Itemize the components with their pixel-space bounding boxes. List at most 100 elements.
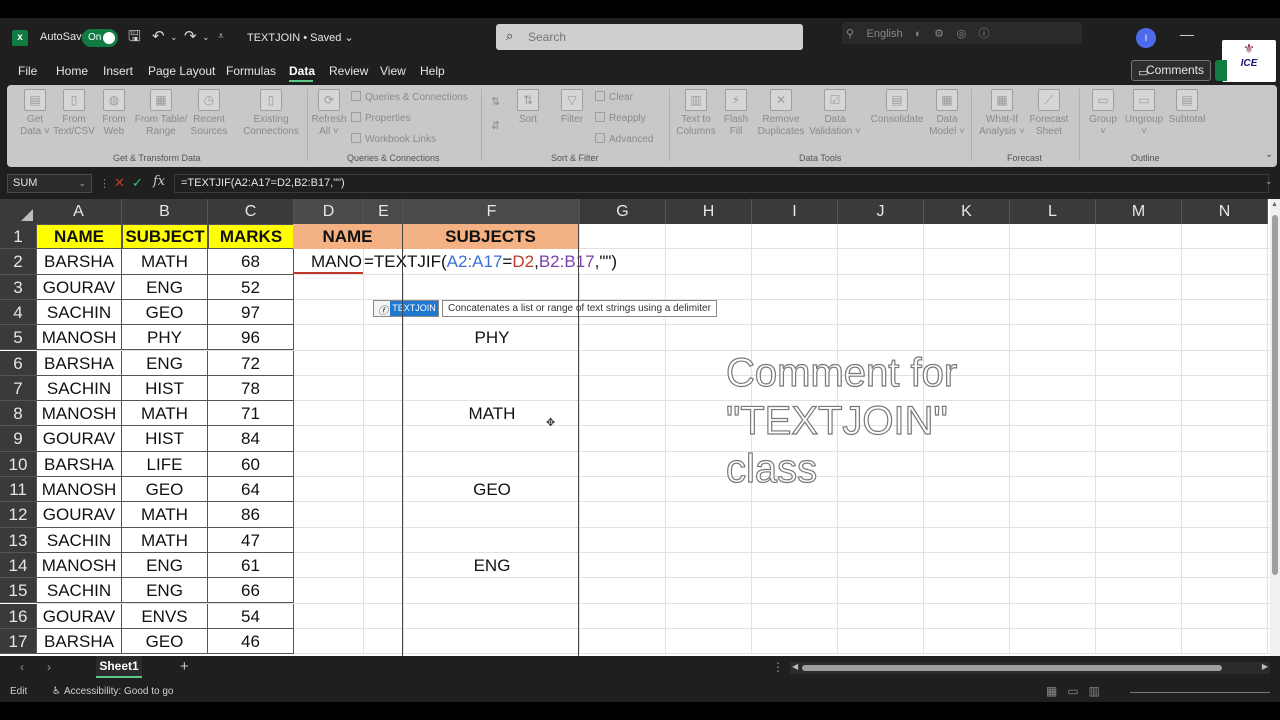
table-cell[interactable]: SACHIN bbox=[36, 375, 122, 402]
table-cell[interactable]: MANOSH bbox=[36, 477, 122, 503]
table-cell[interactable]: SACHIN bbox=[36, 578, 122, 604]
table-cell[interactable]: MATH bbox=[122, 249, 208, 275]
undo-icon[interactable]: ↶ bbox=[152, 28, 165, 46]
cancel-icon[interactable]: ✕ bbox=[114, 175, 125, 191]
what-if-analysis-button[interactable]: ▦ What-If Analysis ˅ bbox=[979, 89, 1025, 138]
table-cell[interactable]: GEO bbox=[122, 477, 208, 503]
table-cell[interactable]: MATH bbox=[122, 527, 208, 553]
row-header-8[interactable]: 8 bbox=[0, 401, 36, 427]
sort-button[interactable]: ⇅ Sort bbox=[513, 89, 543, 126]
formula-input[interactable]: =TEXTJIF(A2:A17=D2,B2:B17,"") bbox=[174, 174, 1269, 193]
cell-header-marks[interactable]: MARKS bbox=[208, 224, 294, 250]
subject-result-cell[interactable]: GEO bbox=[404, 477, 580, 502]
undo-dropdown-icon[interactable]: ⌄ bbox=[170, 28, 178, 46]
subtotal-button[interactable]: ▤ Subtotal bbox=[1165, 89, 1209, 126]
table-cell[interactable]: BARSHA bbox=[36, 451, 122, 477]
tab-data[interactable]: Data bbox=[289, 64, 315, 78]
table-cell[interactable]: BARSHA bbox=[36, 628, 122, 655]
column-header-i[interactable]: I bbox=[752, 199, 838, 224]
column-header-c[interactable]: C bbox=[208, 199, 294, 224]
tab-split-handle[interactable]: ⋮ bbox=[772, 660, 784, 674]
horizontal-scroll-thumb[interactable] bbox=[802, 665, 1222, 671]
column-header-m[interactable]: M bbox=[1096, 199, 1182, 224]
from-web-button[interactable]: ◍ From Web bbox=[97, 89, 131, 138]
table-cell[interactable]: 78 bbox=[208, 375, 294, 402]
column-header-l[interactable]: L bbox=[1010, 199, 1096, 224]
remove-duplicates-button[interactable]: ✕ Remove Duplicates bbox=[755, 89, 807, 138]
expand-formula-icon[interactable]: ⌄ bbox=[1265, 176, 1273, 187]
get-data-button[interactable]: ▤ Get Data ˅ bbox=[15, 89, 55, 138]
data-validation-button[interactable]: ☑ Data Validation ˅ bbox=[807, 89, 863, 138]
table-cell[interactable]: MATH bbox=[122, 502, 208, 528]
table-cell[interactable]: BARSHA bbox=[36, 350, 122, 376]
autosave-toggle[interactable]: On bbox=[82, 29, 118, 47]
ungroup-button[interactable]: ▭ Ungroup ˅ bbox=[1121, 89, 1167, 138]
column-header-f[interactable]: F bbox=[404, 199, 580, 224]
comments-button[interactable]: ▭ Comments bbox=[1131, 60, 1211, 81]
row-header-3[interactable]: 3 bbox=[0, 274, 36, 300]
avatar[interactable]: I bbox=[1136, 28, 1156, 48]
row-header-17[interactable]: 17 bbox=[0, 628, 36, 655]
advanced-button[interactable]: Advanced bbox=[595, 133, 653, 145]
save-icon[interactable]: 🖫 bbox=[128, 28, 141, 46]
redo-dropdown-icon[interactable]: ⌄ bbox=[202, 28, 210, 46]
table-cell[interactable]: GOURAV bbox=[36, 274, 122, 300]
view-mode-icons[interactable]: ▦ ▭ ▥ bbox=[1046, 684, 1100, 698]
table-cell[interactable]: MANOSH bbox=[36, 401, 122, 427]
scroll-right-icon[interactable]: ▶ bbox=[1262, 662, 1268, 671]
clear-button[interactable]: Clear bbox=[595, 91, 633, 103]
table-cell[interactable]: 68 bbox=[208, 249, 294, 275]
function-chip[interactable]: ⓕ TEXTJOIN bbox=[373, 300, 439, 317]
column-header-k[interactable]: K bbox=[924, 199, 1010, 224]
table-cell[interactable]: 84 bbox=[208, 426, 294, 452]
row-header-16[interactable]: 16 bbox=[0, 603, 36, 629]
cell-f1-subjects-header[interactable]: SUBJECTS bbox=[403, 224, 579, 249]
row-header-5[interactable]: 5 bbox=[0, 325, 36, 351]
reapply-button[interactable]: Reapply bbox=[595, 112, 646, 124]
column-header-j[interactable]: J bbox=[838, 199, 924, 224]
table-cell[interactable]: ENG bbox=[122, 350, 208, 376]
consolidate-button[interactable]: ▤ Consolidate bbox=[869, 89, 925, 126]
table-cell[interactable]: SACHIN bbox=[36, 527, 122, 553]
share-button[interactable] bbox=[1215, 60, 1227, 81]
row-header-9[interactable]: 9 bbox=[0, 426, 36, 452]
zoom-slider[interactable] bbox=[1130, 692, 1270, 693]
document-title[interactable]: TEXTJOIN • Saved ⌄ bbox=[247, 31, 354, 44]
table-cell[interactable]: 54 bbox=[208, 603, 294, 629]
column-header-d[interactable]: D bbox=[294, 199, 364, 224]
table-cell[interactable]: 66 bbox=[208, 578, 294, 604]
collapse-ribbon-icon[interactable]: ⌄ bbox=[1265, 149, 1273, 160]
select-all-button[interactable] bbox=[0, 199, 36, 224]
scroll-up-icon[interactable]: ▲ bbox=[1271, 201, 1278, 208]
prev-sheet-icon[interactable]: ‹ bbox=[20, 660, 24, 674]
accessibility-status[interactable]: ♿ Accessibility: Good to go bbox=[52, 686, 173, 697]
table-cell[interactable]: 64 bbox=[208, 477, 294, 503]
search-input[interactable] bbox=[528, 28, 778, 46]
table-cell[interactable]: PHY bbox=[122, 325, 208, 351]
group-button[interactable]: ▭ Group ˅ bbox=[1085, 89, 1121, 138]
properties-button[interactable]: Properties bbox=[351, 112, 411, 124]
table-cell[interactable]: ENG bbox=[122, 274, 208, 300]
table-cell[interactable]: HIST bbox=[122, 375, 208, 402]
vertical-scrollbar[interactable]: ▲ bbox=[1270, 199, 1280, 656]
flash-fill-button[interactable]: ⚡ Flash Fill bbox=[721, 89, 751, 138]
recent-sources-button[interactable]: ◷ Recent Sources bbox=[189, 89, 229, 138]
cell-header-name[interactable]: NAME bbox=[36, 224, 122, 250]
table-cell[interactable]: 47 bbox=[208, 527, 294, 553]
tab-page-layout[interactable]: Page Layout bbox=[148, 64, 215, 78]
table-cell[interactable]: 60 bbox=[208, 451, 294, 477]
table-cell[interactable]: MATH bbox=[122, 401, 208, 427]
vertical-scroll-thumb[interactable] bbox=[1272, 215, 1278, 575]
table-cell[interactable]: GEO bbox=[122, 299, 208, 326]
tab-view[interactable]: View bbox=[380, 64, 406, 78]
sheet-tab-sheet1[interactable]: Sheet1 bbox=[96, 656, 142, 678]
from-text-csv-button[interactable]: ▯ From Text/CSV bbox=[53, 89, 95, 138]
table-cell[interactable]: GEO bbox=[122, 628, 208, 655]
sort-za-button[interactable]: ⇵ bbox=[491, 119, 500, 132]
row-header-1[interactable]: 1 bbox=[0, 224, 36, 250]
row-header-6[interactable]: 6 bbox=[0, 350, 36, 376]
column-header-e[interactable]: E bbox=[364, 199, 404, 224]
forecast-sheet-button[interactable]: ⟋ Forecast Sheet bbox=[1027, 89, 1071, 138]
table-cell[interactable]: ENG bbox=[122, 578, 208, 604]
column-header-h[interactable]: H bbox=[666, 199, 752, 224]
